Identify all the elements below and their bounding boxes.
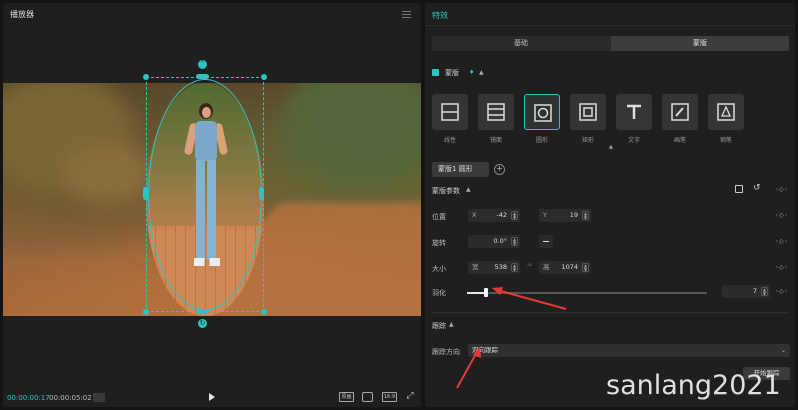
arrow-head-feather	[492, 287, 503, 295]
arrow-to-feather	[496, 289, 567, 310]
annotation-arrows	[456, 287, 567, 389]
watermark: sanlang2021	[606, 370, 781, 401]
arrow-to-tracking	[456, 351, 478, 389]
app-window: 播放器 ˄ ↻ 00:00:00:17 00:00:05:02 原画 16:9 …	[0, 0, 798, 410]
